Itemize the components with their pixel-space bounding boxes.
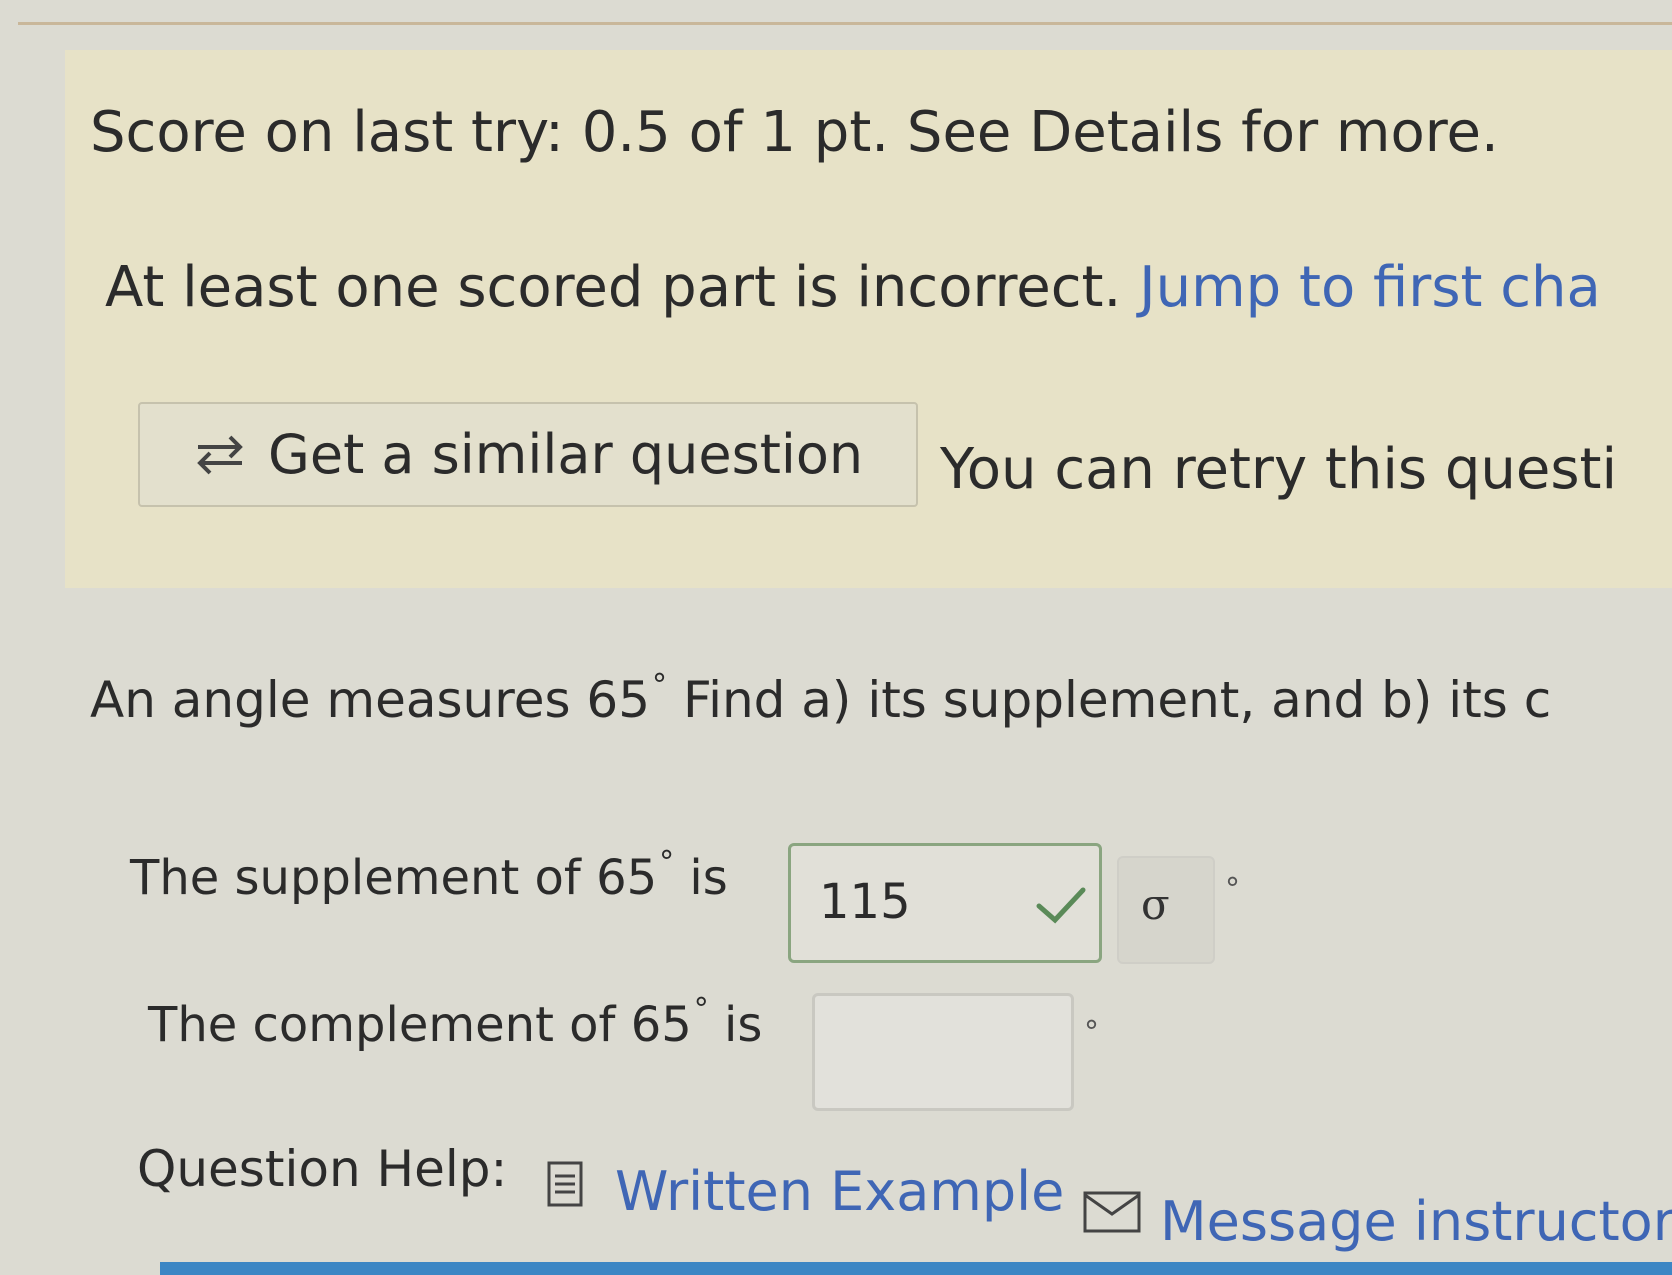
supplement-angle: 65 bbox=[596, 850, 658, 906]
supplement-label-text: The supplement of bbox=[130, 850, 597, 906]
submit-bar[interactable] bbox=[160, 1262, 1672, 1275]
top-divider bbox=[18, 22, 1672, 25]
question-prompt: An angle measures 65° Find a) its supple… bbox=[90, 668, 1551, 729]
supplement-answer-value: 115 bbox=[819, 874, 911, 930]
supplement-unit: ° bbox=[1225, 872, 1240, 907]
complement-degree: ° bbox=[693, 992, 709, 1027]
prompt-degree: ° bbox=[652, 668, 668, 703]
math-entry-button[interactable]: σ bbox=[1117, 856, 1215, 964]
prompt-angle: 65 bbox=[586, 671, 651, 729]
mail-icon[interactable] bbox=[1082, 1190, 1142, 1234]
incorrect-message: At least one scored part is incorrect. J… bbox=[105, 255, 1601, 320]
written-example-link[interactable]: Written Example bbox=[615, 1160, 1064, 1223]
supplement-is: is bbox=[674, 850, 728, 906]
complement-label: The complement of 65° is bbox=[148, 992, 762, 1053]
complement-angle: 65 bbox=[630, 997, 692, 1053]
supplement-degree: ° bbox=[659, 845, 675, 880]
similar-question-button[interactable]: Get a similar question bbox=[138, 402, 918, 507]
complement-label-text: The complement of bbox=[148, 997, 631, 1053]
refresh-icon bbox=[197, 435, 243, 474]
prompt-after: Find a) its supplement, and b) its c bbox=[667, 671, 1552, 729]
complement-answer-input[interactable] bbox=[812, 993, 1074, 1111]
doc-icon[interactable] bbox=[545, 1160, 585, 1208]
retry-text: You can retry this questi bbox=[940, 437, 1618, 502]
score-text: Score on last try: 0.5 of 1 pt. See Deta… bbox=[90, 100, 1499, 165]
check-icon bbox=[1036, 887, 1086, 924]
complement-is: is bbox=[708, 997, 763, 1053]
sigma-icon: σ bbox=[1141, 880, 1170, 929]
complement-unit: ° bbox=[1084, 1015, 1099, 1050]
message-instructor-link[interactable]: Message instructor bbox=[1160, 1190, 1672, 1253]
incorrect-text: At least one scored part is incorrect. bbox=[105, 255, 1122, 320]
supplement-answer-input[interactable]: 115 bbox=[788, 843, 1102, 963]
jump-to-first-link[interactable]: Jump to first cha bbox=[1139, 255, 1601, 320]
supplement-label: The supplement of 65° is bbox=[130, 845, 728, 906]
similar-question-label: Get a similar question bbox=[268, 423, 864, 486]
prompt-before: An angle measures bbox=[90, 671, 587, 729]
question-help-label: Question Help: bbox=[137, 1140, 508, 1198]
